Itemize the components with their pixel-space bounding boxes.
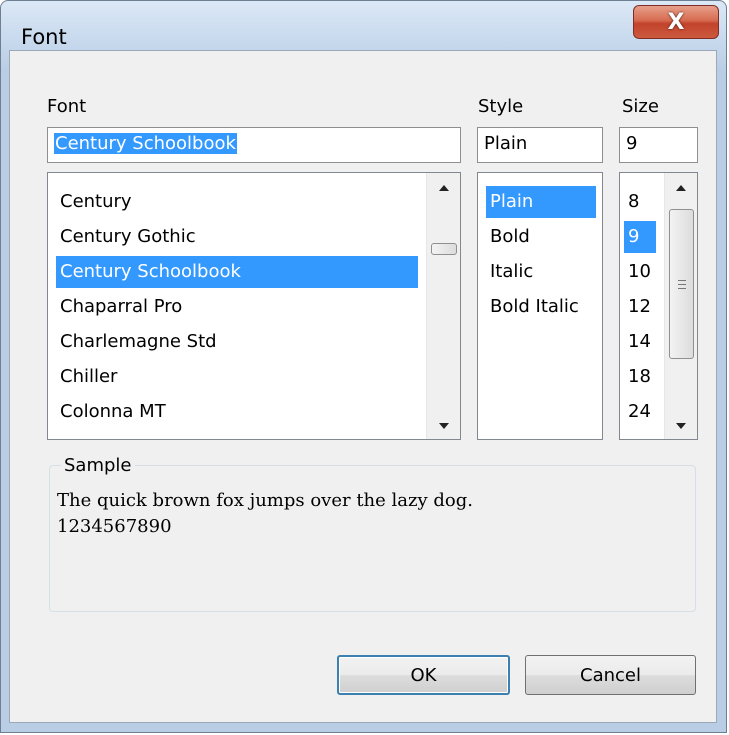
- grip-icon: [678, 280, 686, 281]
- list-item-selected[interactable]: Century Schoolbook: [56, 256, 418, 288]
- grip-icon: [678, 288, 686, 289]
- ok-button-label: OK: [410, 664, 437, 686]
- close-button[interactable]: X: [633, 5, 719, 39]
- cancel-button[interactable]: Cancel: [525, 655, 696, 695]
- list-item[interactable]: 8: [624, 186, 660, 218]
- style-label: Style: [478, 96, 524, 117]
- list-item[interactable]: Italic: [486, 256, 596, 288]
- list-item-selected[interactable]: 9: [624, 221, 656, 253]
- font-size-input[interactable]: 9: [619, 127, 698, 163]
- size-label: Size: [622, 96, 659, 117]
- list-item[interactable]: Century Gothic: [56, 221, 418, 253]
- style-list[interactable]: Plain Bold Italic Bold Italic: [477, 172, 603, 440]
- close-icon: X: [667, 9, 685, 35]
- list-item[interactable]: 10: [624, 256, 660, 288]
- list-item[interactable]: Colonna MT: [56, 396, 418, 428]
- ok-button[interactable]: OK: [337, 655, 510, 695]
- list-item[interactable]: Charlemagne Std: [56, 326, 418, 358]
- window-title: Font: [21, 25, 67, 49]
- grip-icon: [678, 284, 686, 285]
- list-item[interactable]: 18: [624, 361, 660, 393]
- sample-text-line-1: The quick brown fox jumps over the lazy …: [57, 490, 473, 511]
- list-item[interactable]: 24: [624, 396, 660, 428]
- font-label: Font: [47, 96, 87, 117]
- scroll-down-icon[interactable]: [676, 423, 686, 429]
- font-size-value: 9: [626, 133, 638, 154]
- font-name-input[interactable]: Century Schoolbook: [47, 127, 461, 163]
- scroll-up-icon[interactable]: [439, 185, 449, 191]
- list-item[interactable]: Bold: [486, 221, 596, 253]
- font-style-value: Plain: [484, 133, 528, 154]
- sample-preview: The quick brown fox jumps over the lazy …: [57, 488, 473, 540]
- scroll-up-icon[interactable]: [676, 185, 686, 191]
- cancel-button-label: Cancel: [580, 664, 641, 686]
- sample-text-line-2: 1234567890: [57, 516, 172, 537]
- list-item[interactable]: 12: [624, 291, 660, 323]
- font-list[interactable]: Century Century Gothic Century Schoolboo…: [47, 172, 461, 440]
- list-item[interactable]: Chiller: [56, 361, 418, 393]
- font-list-scrollbar[interactable]: [426, 173, 460, 439]
- size-list-scrollbar[interactable]: [664, 173, 697, 439]
- font-style-input[interactable]: Plain: [477, 127, 603, 163]
- scroll-thumb[interactable]: [431, 243, 457, 255]
- sample-label: Sample: [61, 455, 135, 476]
- list-item[interactable]: Century: [56, 186, 418, 218]
- list-item[interactable]: 14: [624, 326, 660, 358]
- list-item-selected[interactable]: Plain: [486, 186, 596, 218]
- font-name-value: Century Schoolbook: [54, 133, 237, 154]
- scroll-down-icon[interactable]: [439, 423, 449, 429]
- list-item[interactable]: Bold Italic: [486, 291, 596, 323]
- size-list[interactable]: 8 9 10 12 14 18 24: [619, 172, 698, 440]
- list-item[interactable]: Chaparral Pro: [56, 291, 418, 323]
- scroll-thumb[interactable]: [669, 209, 694, 359]
